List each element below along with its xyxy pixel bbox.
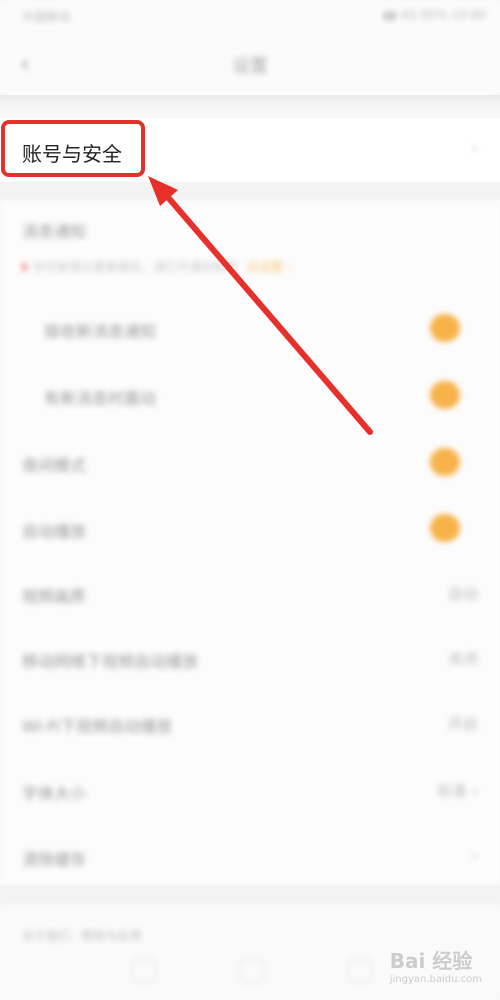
watermark-url: jingyan.baidu.com — [389, 974, 482, 985]
annotation-highlight-box — [1, 120, 145, 177]
vibrate-label: 有新消息时震动 — [44, 389, 157, 408]
autoplay-label: 自动播放 — [22, 522, 87, 541]
mobile-autoplay-value: 关闭 — [447, 650, 478, 668]
baidu-jingyan-watermark: Bai 经验 jingyan.baidu.com — [390, 945, 482, 985]
video-quality-row[interactable]: 视频画质 自动 — [0, 565, 500, 625]
settings-list: 消息通知 你可能错过重要通知，请打开通知权限 去设置 › 接收新消息通知 有新消息… — [0, 200, 500, 885]
notification-hint: 你可能错过重要通知，请打开通知权限 去设置 › — [22, 258, 292, 275]
vibrate-toggle[interactable] — [430, 381, 460, 409]
go-settings-link[interactable]: 去设置 › — [247, 260, 292, 274]
video-quality-label: 视频画质 — [22, 587, 87, 606]
section-divider — [0, 885, 500, 905]
menu-icon[interactable] — [348, 959, 372, 983]
carrier-text: 中国移动 — [22, 10, 71, 24]
receive-notification-label: 接收新消息通知 — [44, 322, 157, 341]
watermark-main: Bai 经验 — [389, 949, 473, 973]
clear-cache-label: 清除缓存 — [22, 850, 87, 869]
nav-divider — [0, 95, 500, 109]
font-size-value: 标准 › — [437, 782, 478, 800]
font-size-label: 字体大小 — [22, 784, 87, 803]
status-bar: 中国移动 ▮▮ 4G 95% 10:00 — [0, 0, 500, 32]
notification-label: 消息通知 — [22, 222, 87, 241]
section-divider — [0, 182, 500, 200]
wifi-autoplay-value: 开启 — [447, 715, 478, 733]
page-title: 设置 — [232, 56, 268, 77]
about-help-text[interactable]: 关于我们 · 帮助与反馈 — [22, 927, 141, 944]
autoplay-row[interactable]: 自动播放 — [0, 500, 500, 560]
notification-row[interactable]: 消息通知 你可能错过重要通知，请打开通知权限 去设置 › — [0, 200, 500, 274]
wifi-autoplay-label: Wi-Fi下视频自动播放 — [22, 717, 173, 736]
wifi-autoplay-row[interactable]: Wi-Fi下视频自动播放 开启 — [0, 695, 500, 755]
receive-notification-toggle[interactable] — [430, 314, 460, 342]
warning-icon — [22, 263, 27, 271]
clear-cache-row[interactable]: 清除缓存 › — [0, 828, 500, 888]
mobile-autoplay-row[interactable]: 移动网络下视频自动播放 关闭 — [0, 630, 500, 690]
night-mode-toggle[interactable] — [430, 448, 460, 476]
night-mode-label: 夜间模式 — [22, 456, 87, 475]
chevron-right-icon: › — [471, 846, 478, 865]
video-quality-value: 自动 — [447, 585, 478, 603]
font-size-row[interactable]: 字体大小 标准 › — [0, 762, 500, 822]
notification-hint-text: 你可能错过重要通知，请打开通知权限 — [33, 260, 238, 274]
square-icon[interactable] — [240, 959, 264, 983]
status-indicators: ▮▮ 4G 95% 10:00 — [383, 8, 486, 22]
navigation-bar: ‹ 设置 — [0, 32, 500, 96]
vibrate-row[interactable]: 有新消息时震动 — [0, 367, 500, 427]
chevron-right-icon: › — [470, 138, 478, 159]
autoplay-toggle[interactable] — [430, 514, 460, 542]
mobile-autoplay-label: 移动网络下视频自动播放 — [22, 652, 199, 671]
night-mode-row[interactable]: 夜间模式 — [0, 434, 500, 494]
receive-notification-row[interactable]: 接收新消息通知 — [0, 300, 500, 360]
home-icon[interactable] — [132, 959, 156, 983]
